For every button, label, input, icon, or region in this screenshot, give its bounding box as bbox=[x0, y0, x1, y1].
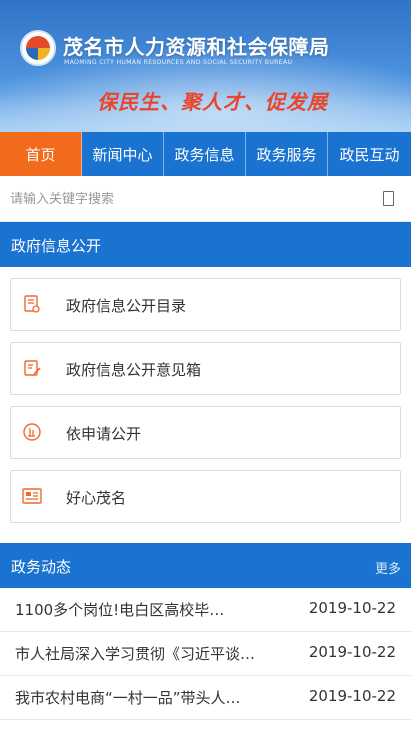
main-nav: 首页 新闻中心 政务信息 政务服务 政民互动 bbox=[0, 132, 411, 176]
search-icon[interactable] bbox=[383, 191, 394, 206]
bureau-logo bbox=[20, 30, 56, 66]
news-list-item[interactable]: 我市农村电商“一村一品”带头人… 2019-10-22 bbox=[0, 676, 411, 720]
news-list-item[interactable]: 1100多个岗位!电白区高校毕… 2019-10-22 bbox=[0, 588, 411, 632]
feedback-edit-icon bbox=[24, 360, 41, 376]
newspaper-icon bbox=[22, 488, 42, 504]
news-section-header: 政务动态 更多 bbox=[0, 543, 411, 588]
nav-item-home[interactable]: 首页 bbox=[0, 132, 82, 176]
news-date: 2019-10-22 bbox=[308, 599, 396, 617]
gov-info-section-title: 政府信息公开 bbox=[11, 237, 102, 255]
news-list-item[interactable]: 市人社局深入学习贯彻《习近平谈… 2019-10-22 bbox=[0, 632, 411, 676]
news-more-link[interactable]: 更多 bbox=[375, 558, 401, 577]
gov-info-feedback-card[interactable]: 政府信息公开意见箱 bbox=[10, 342, 401, 395]
nav-item-news-center[interactable]: 新闻中心 bbox=[82, 132, 164, 176]
header-banner: 茂名市人力资源和社会保障局 MAOMING CITY HUMAN RESOURC… bbox=[0, 0, 411, 132]
apply-disclosure-label: 依申请公开 bbox=[66, 425, 142, 443]
org-name: 茂名市人力资源和社会保障局 bbox=[63, 35, 330, 59]
org-name-english: MAOMING CITY HUMAN RESOURCES AND SOCIAL … bbox=[64, 59, 293, 66]
gov-info-catalog-label: 政府信息公开目录 bbox=[66, 297, 187, 315]
nav-item-gov-service[interactable]: 政务服务 bbox=[246, 132, 328, 176]
bureau-logo-emblem-icon bbox=[26, 36, 50, 60]
gov-info-catalog-card[interactable]: 政府信息公开目录 bbox=[10, 278, 401, 331]
news-date: 2019-10-22 bbox=[308, 643, 396, 661]
news-title: 我市农村电商“一村一品”带头人… bbox=[15, 689, 241, 707]
haoxin-maoming-label: 好心茂名 bbox=[66, 489, 127, 507]
apply-circle-icon bbox=[23, 423, 41, 441]
search-bar bbox=[0, 176, 411, 222]
news-section-title: 政务动态 bbox=[11, 558, 72, 576]
news-title: 1100多个岗位!电白区高校毕… bbox=[15, 601, 225, 619]
haoxin-maoming-card[interactable]: 好心茂名 bbox=[10, 470, 401, 523]
search-input[interactable] bbox=[10, 188, 370, 210]
news-date: 2019-10-22 bbox=[308, 687, 396, 705]
news-title: 市人社局深入学习贯彻《习近平谈… bbox=[15, 645, 256, 663]
slogan: 保民生、聚人才、促发展 bbox=[97, 90, 328, 114]
document-list-icon bbox=[24, 295, 40, 313]
apply-disclosure-card[interactable]: 依申请公开 bbox=[10, 406, 401, 459]
nav-item-gov-info[interactable]: 政务信息 bbox=[164, 132, 246, 176]
gov-info-section-header: 政府信息公开 bbox=[0, 222, 411, 267]
gov-info-feedback-label: 政府信息公开意见箱 bbox=[66, 361, 202, 379]
nav-item-interaction[interactable]: 政民互动 bbox=[328, 132, 411, 176]
